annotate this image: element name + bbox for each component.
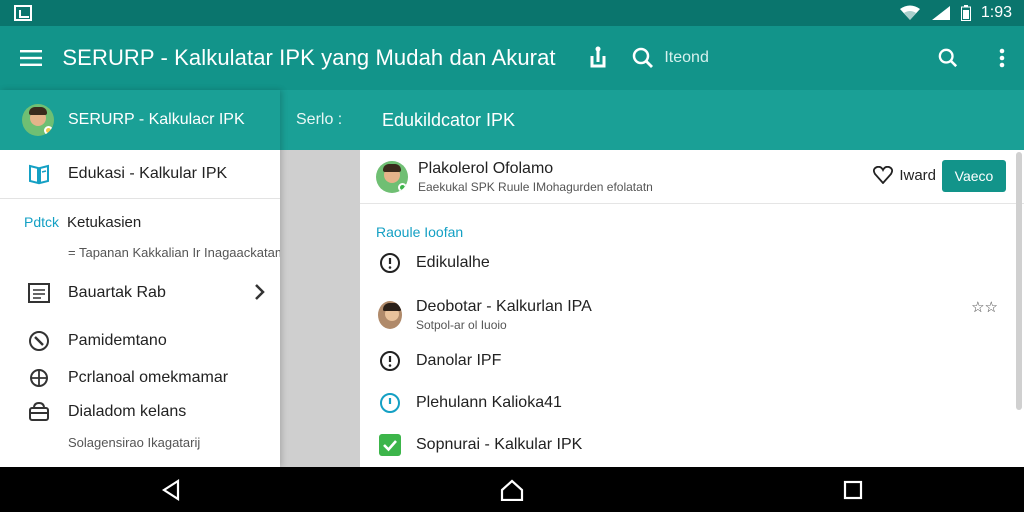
info-icon — [378, 349, 402, 373]
heart-icon — [873, 166, 894, 184]
list-item[interactable]: Sopnurai - Kalkular IPK — [360, 424, 1024, 466]
detail-pane: Edukildcator IPK Plakolerol Ofolamo Eaek… — [360, 90, 1024, 467]
status-bar: 1:93 — [0, 0, 1024, 26]
chevron-right-icon — [254, 283, 266, 306]
avatar — [22, 104, 54, 136]
overflow-menu-button[interactable] — [980, 26, 1024, 90]
more-vert-icon — [999, 48, 1005, 68]
list-item[interactable]: Danolar IPF — [360, 340, 1024, 382]
home-button[interactable] — [482, 467, 542, 512]
system-nav-bar — [0, 467, 1024, 512]
drawer-item-pamidemtano[interactable]: Pamidemtano — [0, 321, 280, 361]
upload-icon — [590, 46, 606, 68]
search-button[interactable] — [926, 26, 970, 90]
drawer-item-label: Pcrlanoal omekmamar — [68, 369, 229, 386]
archive-icon — [26, 399, 52, 425]
screen: 1:93 SERURP - Kalkulatar IPK yang Mudah … — [0, 0, 1024, 512]
recents-button[interactable] — [823, 467, 883, 512]
scrollbar[interactable] — [1016, 152, 1022, 410]
back-button[interactable] — [141, 467, 201, 512]
list-item[interactable]: Plehulann Kalioka41 — [360, 382, 1024, 424]
drawer-item-label: Bauartak Rab — [68, 284, 166, 301]
list-item-label: Sopnurai - Kalkular IPK — [416, 436, 583, 453]
globe-icon — [26, 365, 52, 391]
middle-header-title[interactable]: Serlo : — [280, 90, 360, 150]
status-icons: 1:93 — [899, 4, 1012, 22]
drawer-item-edukasi[interactable]: Edukasi - Kalkular IPK — [0, 150, 280, 198]
wifi-icon — [899, 5, 921, 21]
list-item-label: Edikulalhe — [416, 254, 490, 271]
rating-stars[interactable]: ☆☆ — [971, 298, 998, 316]
profile-subtitle: Eaekukal SPK Ruule IMohagurden efolatatn — [418, 179, 653, 194]
drawer-item-pcrlanoal[interactable]: Pcrlanoal omekmamar — [0, 361, 280, 395]
book-icon — [26, 161, 52, 187]
recents-icon — [844, 480, 863, 499]
drawer-item-bauartak[interactable]: Bauartak Rab — [0, 269, 280, 317]
list-item-label: Plehulann Kalioka41 — [416, 394, 562, 411]
compass-icon — [26, 328, 52, 354]
drawer-item-label: Dialadom kelans — [68, 403, 187, 420]
list-item[interactable]: Edikulalhe — [360, 242, 1024, 284]
favorite-toggle[interactable]: Iward — [873, 166, 936, 184]
drawer-item-label: Ketukasien — [67, 213, 142, 231]
avatar — [378, 301, 402, 329]
middle-column: Serlo : — [280, 90, 360, 467]
battery-icon — [960, 5, 971, 21]
search-box[interactable] — [632, 47, 816, 69]
back-icon — [161, 478, 179, 501]
info-icon — [378, 251, 402, 275]
clock-icon — [378, 391, 402, 415]
avatar — [376, 160, 408, 193]
drawer-item-subtext: = Tapanan Kakkalian Ir Inagaackatam emo — [68, 245, 280, 260]
vaeco-button[interactable]: Vaeco — [942, 160, 1006, 192]
drawer-footer-text: Solagensirao Ikagatarij — [68, 434, 201, 450]
search-icon — [938, 48, 958, 68]
list-icon — [26, 280, 52, 306]
detail-header-title: Edukildcator IPK — [360, 90, 1024, 150]
hamburger-icon — [20, 50, 43, 66]
profile-card[interactable]: Plakolerol Ofolamo Eaekukal SPK Ruule IM… — [360, 150, 1024, 204]
list-item-subtext: Sotpol-ar ol Iuoio — [416, 318, 507, 332]
search-input[interactable] — [664, 49, 815, 67]
list-item[interactable]: Deobotar - Kalkurlan IPA Sotpol-ar ol Iu… — [360, 290, 1024, 340]
profile-name: Plakolerol Ofolamo — [418, 159, 554, 177]
status-time: 1:93 — [980, 4, 1012, 21]
drawer-header-title: SERURP - Kalkulacr IPK — [68, 111, 245, 128]
home-icon — [500, 479, 524, 501]
favorite-label: Iward — [899, 166, 936, 184]
drawer-item-label: Edukasi - Kalkular IPK — [68, 165, 228, 182]
list-item-label: Danolar IPF — [416, 352, 502, 369]
list-item-label: Deobotar - Kalkurlan IPA — [416, 298, 592, 315]
screenshot-icon — [14, 5, 32, 21]
app-title: SERURP - Kalkulatar IPK yang Mudah dan A… — [62, 45, 556, 70]
share-button[interactable] — [576, 26, 620, 90]
search-icon — [633, 47, 654, 68]
drawer-item-label: Pamidemtano — [68, 332, 167, 349]
signal-icon — [931, 5, 951, 21]
drawer-item-ketukasien[interactable]: Pdtck Ketukasien — [0, 199, 280, 245]
drawer-header[interactable]: SERURP - Kalkulacr IPK — [0, 90, 280, 150]
section-label: Pdtck — [24, 214, 60, 230]
navigation-drawer: SERURP - Kalkulacr IPK Edukasi - Kalkula… — [0, 90, 280, 467]
drawer-item-dialadom[interactable]: Dialadom kelans — [0, 395, 280, 429]
app-bar: SERURP - Kalkulatar IPK yang Mudah dan A… — [0, 26, 1024, 90]
menu-button[interactable] — [0, 26, 62, 90]
check-icon — [378, 433, 402, 457]
section-label: Raoule Ioofan — [376, 224, 464, 240]
